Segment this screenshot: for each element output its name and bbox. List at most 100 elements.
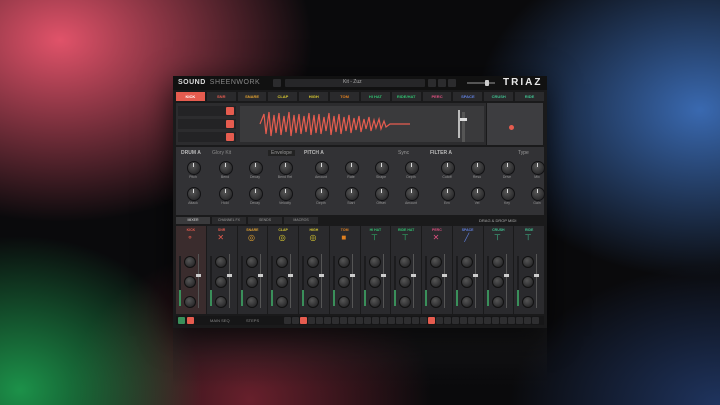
channel-knob[interactable] <box>214 296 227 308</box>
channel-fader[interactable] <box>257 254 263 308</box>
knob[interactable] <box>471 161 485 175</box>
knob[interactable] <box>375 187 389 201</box>
sound-tab[interactable]: HI HAT <box>360 92 390 101</box>
channel-knob[interactable] <box>491 276 504 288</box>
step-button[interactable] <box>388 317 395 324</box>
step-button[interactable] <box>364 317 371 324</box>
channel-knob[interactable] <box>276 296 289 308</box>
channel-knob[interactable] <box>337 256 350 268</box>
step-button[interactable] <box>524 317 531 324</box>
channel-fader[interactable] <box>503 254 509 308</box>
channel-knob[interactable] <box>184 296 196 308</box>
knob[interactable] <box>441 161 455 175</box>
knob[interactable] <box>279 161 293 175</box>
xy-pad-handle[interactable] <box>509 125 514 130</box>
preset-selector[interactable]: Kit - Zuz <box>285 79 425 87</box>
knob[interactable] <box>501 187 515 201</box>
layer-row[interactable] <box>178 119 236 129</box>
record-button[interactable] <box>187 317 194 324</box>
channel-knob[interactable] <box>245 296 258 308</box>
channel-knob[interactable] <box>491 296 504 308</box>
channel-knob[interactable] <box>245 256 258 268</box>
pitch-sync-toggle[interactable]: Sync <box>398 150 409 156</box>
step-button[interactable] <box>292 317 299 324</box>
step-button[interactable] <box>324 317 331 324</box>
channel-knob[interactable] <box>245 276 258 288</box>
knob[interactable] <box>345 187 359 201</box>
channel-knob[interactable] <box>184 256 196 268</box>
knob[interactable] <box>219 187 233 201</box>
knob[interactable] <box>315 187 329 201</box>
settings-button[interactable] <box>438 79 446 87</box>
step-button[interactable] <box>500 317 507 324</box>
step-button[interactable] <box>380 317 387 324</box>
channel-knob[interactable] <box>214 256 227 268</box>
channel-fader[interactable] <box>349 254 355 308</box>
channel-fader[interactable] <box>472 254 478 308</box>
step-button[interactable] <box>468 317 475 324</box>
sound-tab[interactable]: PERC <box>422 92 452 101</box>
channel-knob[interactable] <box>491 256 504 268</box>
knob[interactable] <box>345 161 359 175</box>
channel-knob[interactable] <box>368 296 381 308</box>
step-button[interactable] <box>404 317 411 324</box>
knob[interactable] <box>501 161 515 175</box>
channel-knob[interactable] <box>368 256 381 268</box>
layer-toggle[interactable] <box>226 120 234 128</box>
knob[interactable] <box>405 161 419 175</box>
channel-knob[interactable] <box>399 276 412 288</box>
step-button[interactable] <box>332 317 339 324</box>
channel-knob[interactable] <box>460 296 473 308</box>
menu-button[interactable] <box>448 79 456 87</box>
knob[interactable] <box>441 187 455 201</box>
layer-toggle[interactable] <box>226 107 234 115</box>
step-button[interactable] <box>516 317 523 324</box>
step-button[interactable] <box>308 317 315 324</box>
channel-knob[interactable] <box>460 256 473 268</box>
sound-tab[interactable]: SNR <box>206 92 236 101</box>
knob[interactable] <box>471 187 485 201</box>
sound-tab[interactable]: HIGH <box>299 92 329 101</box>
channel-fader[interactable] <box>288 254 294 308</box>
step-button[interactable] <box>356 317 363 324</box>
channel-knob[interactable] <box>460 276 473 288</box>
channel-knob[interactable] <box>522 276 535 288</box>
channel-knob[interactable] <box>368 276 381 288</box>
channel-fader[interactable] <box>380 254 386 308</box>
step-button[interactable] <box>428 317 435 324</box>
channel-knob[interactable] <box>430 256 442 268</box>
step-button[interactable] <box>492 317 499 324</box>
channel-knob[interactable] <box>184 276 196 288</box>
step-button[interactable] <box>396 317 403 324</box>
step-button[interactable] <box>300 317 307 324</box>
knob[interactable] <box>531 187 545 201</box>
sound-tab[interactable]: SPACE <box>453 92 483 101</box>
step-button[interactable] <box>420 317 427 324</box>
save-preset-button[interactable] <box>428 79 436 87</box>
step-button[interactable] <box>316 317 323 324</box>
waveform-level-fader[interactable] <box>460 112 467 142</box>
mixer-tab[interactable]: MACROS <box>284 217 318 224</box>
step-button[interactable] <box>508 317 515 324</box>
channel-knob[interactable] <box>399 296 412 308</box>
channel-fader[interactable] <box>226 254 232 308</box>
channel-fader[interactable] <box>411 254 417 308</box>
step-button[interactable] <box>412 317 419 324</box>
knob[interactable] <box>219 161 233 175</box>
step-button[interactable] <box>348 317 355 324</box>
channel-knob[interactable] <box>337 276 350 288</box>
prev-preset-button[interactable] <box>273 79 281 87</box>
knob[interactable] <box>315 161 329 175</box>
channel-fader[interactable] <box>319 254 324 308</box>
channel-knob[interactable] <box>430 296 442 308</box>
channel-knob[interactable] <box>276 276 289 288</box>
sound-tab[interactable]: RIDE <box>515 92 544 101</box>
xy-pad[interactable] <box>487 103 543 145</box>
knob[interactable] <box>375 161 389 175</box>
sound-tab[interactable]: CLAP <box>268 92 298 101</box>
channel-knob[interactable] <box>307 256 319 268</box>
step-button[interactable] <box>284 317 291 324</box>
sound-tab[interactable]: CRUSH <box>484 92 514 101</box>
knob[interactable] <box>187 161 201 175</box>
knob[interactable] <box>279 187 293 201</box>
